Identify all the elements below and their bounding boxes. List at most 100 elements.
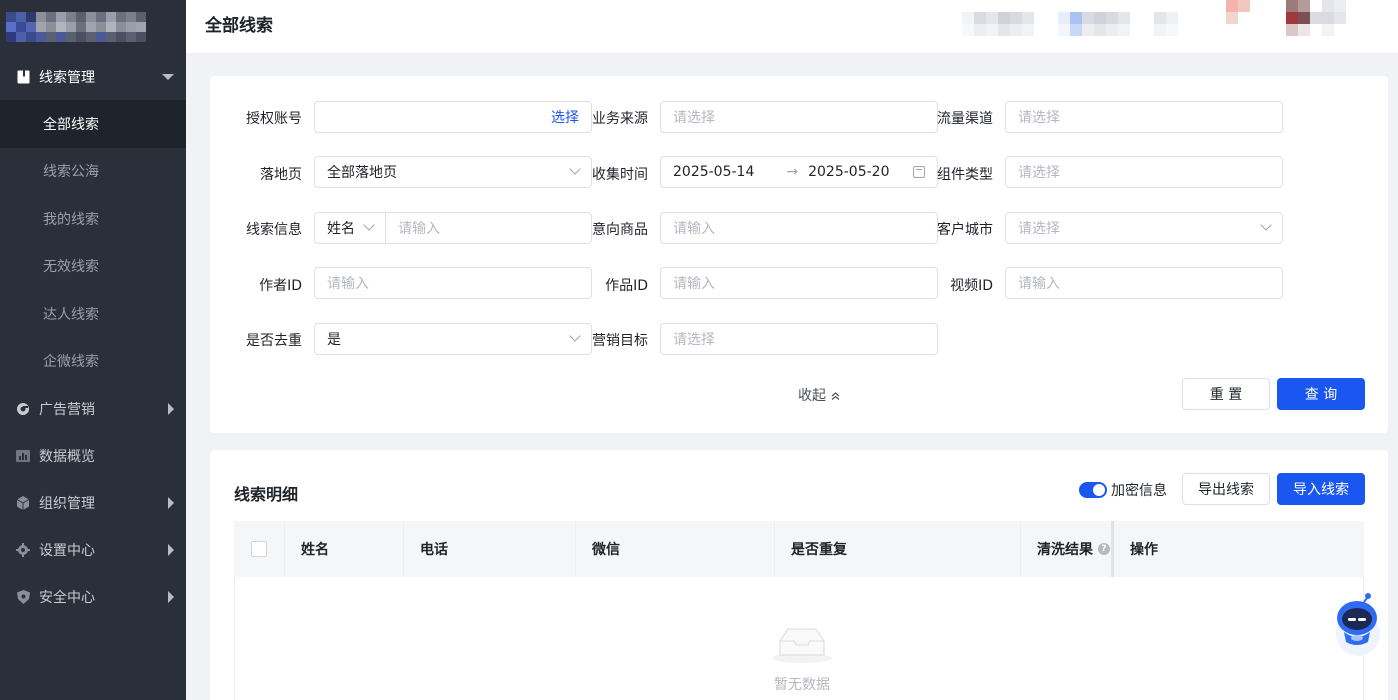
chevron-down-icon <box>1260 219 1272 231</box>
top-header: 全部线索 <box>186 0 1398 53</box>
sidebar-group-org-management[interactable]: 组织管理 <box>0 479 186 526</box>
sidebar-item-influencer-leads[interactable]: 达人线索 <box>0 290 186 338</box>
cube-icon <box>16 495 30 510</box>
landing-page-label: 落地页 <box>260 167 302 183</box>
chart-icon <box>16 449 30 463</box>
landing-page-value: 全部落地页 <box>327 165 397 181</box>
import-leads-button[interactable]: 导入线索 <box>1277 473 1365 505</box>
column-header-wechat[interactable]: 微信 <box>576 521 775 577</box>
component-type-label: 组件类型 <box>937 167 993 183</box>
page-title: 全部线索 <box>205 16 273 36</box>
component-type-placeholder: 请选择 <box>1018 165 1060 181</box>
lead-info-placeholder: 请输入 <box>398 221 440 237</box>
lead-info-label: 线索信息 <box>246 222 302 238</box>
sidebar-group-label: 组织管理 <box>39 495 95 512</box>
select-all-checkbox[interactable] <box>251 541 267 557</box>
encrypt-toggle-label: 加密信息 <box>1111 483 1167 499</box>
biz-source-placeholder: 请选择 <box>673 110 715 126</box>
sidebar-item-all-leads[interactable]: 全部线索 <box>0 100 186 148</box>
dedupe-select[interactable]: 是 <box>314 323 592 355</box>
empty-state-text: 暂无数据 <box>774 677 830 693</box>
component-type-select[interactable]: 请选择 <box>1005 156 1283 188</box>
sidebar-group-data-overview[interactable]: 数据概览 <box>0 432 186 479</box>
column-header-duplicate[interactable]: 是否重复 <box>775 521 1021 577</box>
sidebar-group-label: 广告营销 <box>39 401 95 418</box>
collapse-label: 收起 <box>798 388 826 404</box>
chevron-right-icon <box>168 496 174 509</box>
author-id-placeholder: 请输入 <box>327 276 369 292</box>
author-id-label: 作者ID <box>259 278 302 294</box>
export-leads-button[interactable]: 导出线索 <box>1182 473 1270 505</box>
auth-account-field[interactable]: 选择 <box>314 101 592 133</box>
intent-product-input[interactable]: 请输入 <box>660 212 938 244</box>
chevron-down-icon <box>363 219 375 231</box>
sidebar-group-security[interactable]: 安全中心 <box>0 573 186 620</box>
gear-icon <box>16 542 30 557</box>
collect-time-label: 收集时间 <box>592 167 648 183</box>
traffic-channel-placeholder: 请选择 <box>1018 110 1060 126</box>
sidebar-item-wecom-leads[interactable]: 企微线索 <box>0 338 186 386</box>
column-header-clean-result[interactable]: 清洗结果 ? <box>1021 521 1114 577</box>
logo-image <box>6 11 166 42</box>
sidebar-group-ad-marketing[interactable]: 广告营销 <box>0 385 186 432</box>
landing-page-select[interactable]: 全部落地页 <box>314 156 592 188</box>
user-avatar[interactable] <box>1226 0 1346 40</box>
sidebar-group-label: 设置中心 <box>39 542 95 559</box>
robot-icon <box>1336 593 1380 656</box>
date-end[interactable]: 2025-05-20 <box>808 164 889 180</box>
table-header: 姓名 电话 微信 是否重复 清洗结果 ? 操作 <box>234 521 1364 577</box>
sidebar-group-settings[interactable]: 设置中心 <box>0 526 186 573</box>
chevron-right-icon <box>168 402 174 415</box>
author-id-input[interactable]: 请输入 <box>314 267 592 299</box>
assistant-robot-button[interactable] <box>1330 590 1390 660</box>
customer-city-placeholder: 请选择 <box>1018 221 1060 237</box>
marketing-goal-select[interactable]: 请选择 <box>660 323 938 355</box>
chevron-down-icon <box>162 73 174 80</box>
sidebar-group-label: 线索管理 <box>39 69 95 86</box>
biz-source-label: 业务来源 <box>592 111 648 127</box>
help-icon[interactable]: ? <box>1098 543 1110 555</box>
traffic-channel-select[interactable]: 请选择 <box>1005 101 1283 133</box>
intent-product-label: 意向商品 <box>592 222 648 238</box>
filter-panel: 授权账号 选择 业务来源 请选择 流量渠道 请选择 落地页 全部落地页 收集时间… <box>210 76 1388 433</box>
column-header-name[interactable]: 姓名 <box>285 521 404 577</box>
sidebar-item-lead-pool[interactable]: 线索公海 <box>0 148 186 196</box>
table-body: 暂无数据 <box>234 577 1364 700</box>
intent-product-placeholder: 请输入 <box>673 221 715 237</box>
query-button[interactable]: 查 询 <box>1277 378 1365 410</box>
shield-icon <box>16 589 30 604</box>
sidebar-group-label: 数据概览 <box>39 448 95 465</box>
reset-button[interactable]: 重 置 <box>1182 378 1270 410</box>
select-all-cell <box>234 521 285 577</box>
sidebar-item-invalid-leads[interactable]: 无效线索 <box>0 243 186 291</box>
customer-city-select[interactable]: 请选择 <box>1005 212 1283 244</box>
collect-time-range-picker[interactable]: 2025-05-14 → 2025-05-20 <box>660 156 938 188</box>
customer-city-label: 客户城市 <box>937 222 993 238</box>
biz-source-select[interactable]: 请选择 <box>660 101 938 133</box>
column-header-phone[interactable]: 电话 <box>404 521 576 577</box>
range-arrow-icon: → <box>786 164 799 180</box>
work-id-placeholder: 请输入 <box>673 276 715 292</box>
brand-logo[interactable] <box>0 0 186 53</box>
account-info[interactable] <box>962 12 1178 52</box>
column-header-actions: 操作 <box>1130 542 1158 558</box>
work-id-input[interactable]: 请输入 <box>660 267 938 299</box>
traffic-channel-label: 流量渠道 <box>937 111 993 127</box>
target-icon <box>16 402 30 416</box>
video-id-input[interactable]: 请输入 <box>1005 267 1283 299</box>
encrypt-toggle[interactable] <box>1079 482 1107 498</box>
lead-detail-panel: 线索明细 加密信息 导出线索 导入线索 姓名 电话 微信 是否重复 清洗结果 ?… <box>210 450 1388 700</box>
video-id-label: 视频ID <box>950 278 993 294</box>
lead-info-type-select[interactable]: 姓名 <box>314 212 386 244</box>
chevron-right-icon <box>168 590 174 603</box>
auth-account-label: 授权账号 <box>246 111 302 127</box>
collapse-toggle[interactable]: 收起 <box>798 385 840 405</box>
marketing-goal-label: 营销目标 <box>592 333 648 349</box>
date-start[interactable]: 2025-05-14 <box>673 164 754 180</box>
sidebar-group-lead-management[interactable]: 线索管理 <box>0 53 186 100</box>
section-title: 线索明细 <box>234 485 299 504</box>
sidebar: 线索管理 全部线索 线索公海 我的线索 无效线索 达人线索 企微线索 广告营销 … <box>0 0 186 700</box>
video-id-placeholder: 请输入 <box>1018 276 1060 292</box>
sidebar-item-my-leads[interactable]: 我的线索 <box>0 195 186 243</box>
marketing-goal-placeholder: 请选择 <box>673 332 715 348</box>
